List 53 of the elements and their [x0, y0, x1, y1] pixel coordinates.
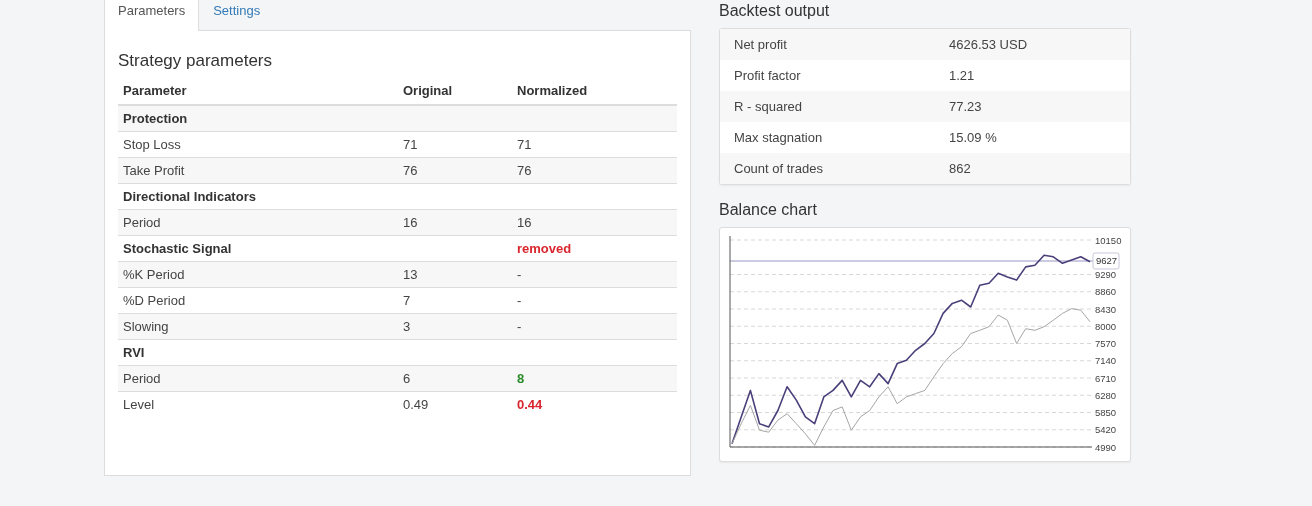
axis-label: 8430	[1095, 303, 1117, 315]
axis-label: 7570	[1095, 338, 1117, 349]
table-cell: 3	[403, 319, 411, 334]
axis-label: 8860	[1095, 286, 1117, 298]
table-cell: 8	[517, 371, 525, 386]
axis-label: 6280	[1095, 389, 1117, 401]
table-cell: 7	[403, 293, 411, 308]
section-title: Backtest output	[719, 2, 831, 20]
group-label: Protection	[118, 105, 398, 132]
table-cell: 16	[517, 215, 532, 230]
stat-label: Max stagnation	[734, 130, 824, 145]
stat-label: Net profit	[734, 37, 788, 52]
table-cell: Take Profit	[118, 157, 398, 184]
axis-label: 4990	[1095, 441, 1117, 453]
table-cell: 76	[517, 163, 532, 178]
table-cell: 76	[403, 163, 418, 178]
table-cell: 71	[403, 137, 418, 152]
section-title: Strategy parameters	[118, 51, 273, 71]
stat-value: 15.09 %	[949, 130, 997, 145]
axis-label: 8000	[1095, 320, 1117, 332]
table-cell: 0.49	[403, 397, 429, 412]
table-cell: -	[517, 267, 522, 282]
stat-value: 4626.53 USD	[949, 37, 1028, 52]
table-cell: Period	[118, 365, 398, 392]
axis-label: 5420	[1095, 424, 1117, 436]
table-cell: 16	[403, 215, 418, 230]
stat-label: Count of trades	[734, 161, 824, 176]
axis-label: 6710	[1095, 372, 1117, 384]
tab[interactable]: Parameters	[104, 0, 200, 31]
ref-line-label: 9627	[1096, 255, 1118, 267]
stat-label: R - squared	[734, 99, 803, 114]
stat-value: 77.23	[949, 99, 982, 114]
table-cell: 71	[517, 137, 532, 152]
axis-label: 10150	[1095, 234, 1122, 246]
table-cell: Slowing	[118, 313, 398, 340]
table-cell: -	[517, 293, 522, 308]
tab[interactable]: Settings	[199, 0, 275, 31]
table-cell: %K Period	[118, 261, 398, 288]
axis-label: 9290	[1095, 269, 1117, 280]
table-cell: 0.44	[517, 397, 543, 412]
table-cell: -	[517, 319, 522, 334]
axis-label: 5850	[1095, 407, 1117, 418]
table-cell: removed	[517, 241, 572, 256]
table-cell: 6	[403, 371, 411, 386]
table-cell: Level	[118, 391, 398, 417]
stat-label: Profit factor	[734, 68, 802, 83]
table-cell: Period	[118, 209, 398, 236]
table-cell: 13	[403, 267, 418, 282]
stat-value: 862	[949, 161, 971, 176]
stat-value: 1.21	[949, 68, 975, 83]
section-title: Balance chart	[719, 201, 818, 219]
axis-label: 7140	[1095, 355, 1117, 367]
value-label: 9627	[1092, 252, 1120, 270]
